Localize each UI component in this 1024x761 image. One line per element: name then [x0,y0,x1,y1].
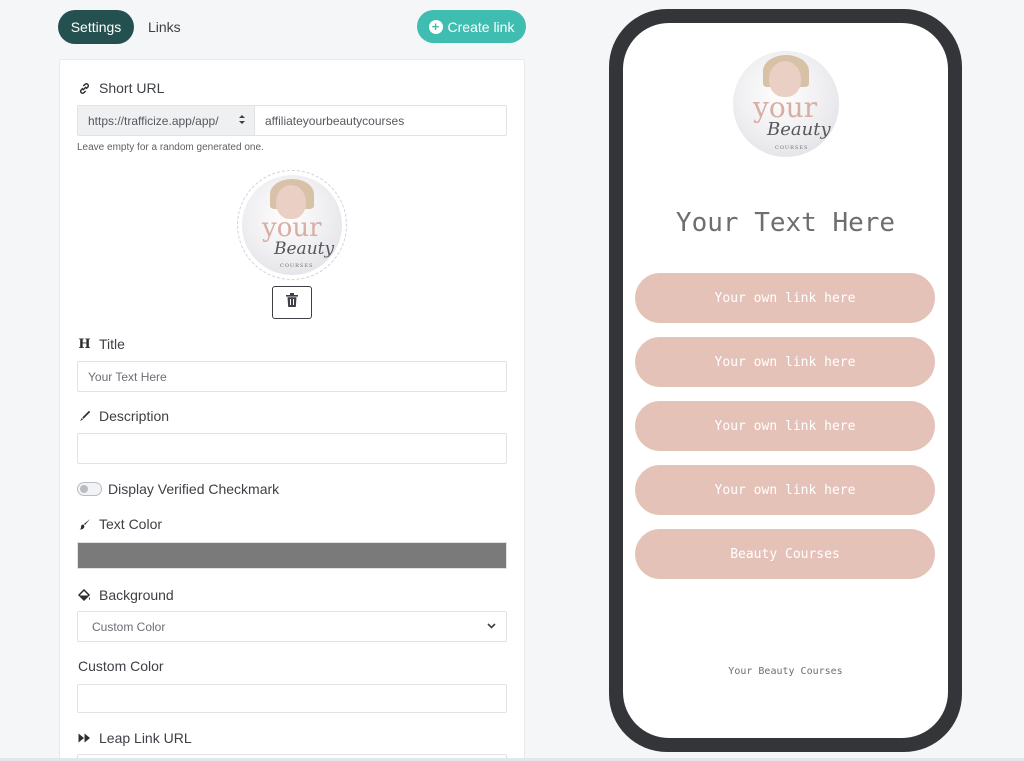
create-link-button[interactable]: + Create link [417,10,526,43]
background-label-text: Background [99,587,174,603]
title-label: H Title [78,336,125,352]
description-input[interactable] [77,433,507,464]
short-url-help: Leave empty for a random generated one. [77,142,264,153]
preview-logo-beauty: Beauty [767,119,831,140]
custom-color-input[interactable] [77,684,507,713]
preview-footer: Your Beauty Courses [728,666,843,677]
preview-link-button[interactable]: Beauty Courses [635,529,935,579]
settings-form: Short URL https://trafficize.app/app/ af… [59,59,525,761]
preview-logo: your Beauty COURSES [733,51,839,157]
background-select-value: Custom Color [92,619,166,634]
custom-color-label: Custom Color [78,658,164,674]
avatar-upload[interactable]: your Beauty COURSES [237,170,347,280]
heading-icon: H [78,336,91,352]
text-color-picker[interactable] [77,542,507,569]
description-label: Description [78,408,169,424]
logo-beauty-text: Beauty [274,239,335,259]
create-link-label: Create link [447,18,515,35]
text-color-label-text: Text Color [99,516,163,532]
verified-checkmark-label: Display Verified Checkmark [108,481,280,497]
preview-link-button[interactable]: Your own link here [635,337,935,387]
url-prefix-value: https://trafficize.app/app/ [88,113,219,128]
title-label-text: Title [99,336,125,352]
preview-link-button[interactable]: Your own link here [635,401,935,451]
phone-screen: your Beauty COURSES Your Text Here Your … [623,23,948,738]
url-prefix-select[interactable]: https://trafficize.app/app/ [78,106,255,135]
pen-icon [78,410,91,423]
tab-links[interactable]: Links [148,19,181,35]
preview-title: Your Text Here [675,208,896,238]
background-label: Background [78,587,174,603]
brush-icon [78,518,91,531]
tab-settings[interactable]: Settings [58,10,134,44]
toggle-knob [80,485,88,493]
preview-link-button[interactable]: Your own link here [635,465,935,515]
chevron-down-icon [487,621,496,632]
trash-icon [286,293,298,312]
short-url-label-text: Short URL [99,80,165,96]
preview-link-button[interactable]: Your own link here [635,273,935,323]
plus-circle-icon: + [428,19,443,34]
text-color-label: Text Color [78,516,162,532]
verified-checkmark-toggle[interactable] [77,482,102,496]
brand-logo: your Beauty COURSES [242,175,342,275]
description-label-text: Description [99,408,170,424]
paint-bucket-icon [78,588,91,602]
leap-link-label-text: Leap Link URL [99,730,192,746]
title-input[interactable]: Your Text Here [77,361,507,392]
fast-forward-icon [78,732,91,745]
logo-courses-text: COURSES [280,263,314,269]
delete-image-button[interactable] [272,286,312,319]
short-url-input-group: https://trafficize.app/app/ affiliateyou… [77,105,507,136]
custom-color-label-text: Custom Color [78,658,164,674]
preview-logo-courses: COURSES [775,145,809,151]
leap-link-label: Leap Link URL [78,730,192,746]
background-select[interactable]: Custom Color [77,611,507,642]
phone-preview: your Beauty COURSES Your Text Here Your … [609,9,962,752]
link-icon [78,82,91,95]
short-url-label: Short URL [78,80,164,96]
sort-icon [238,114,246,128]
short-url-input[interactable]: affiliateyourbeautycourses [255,106,506,135]
